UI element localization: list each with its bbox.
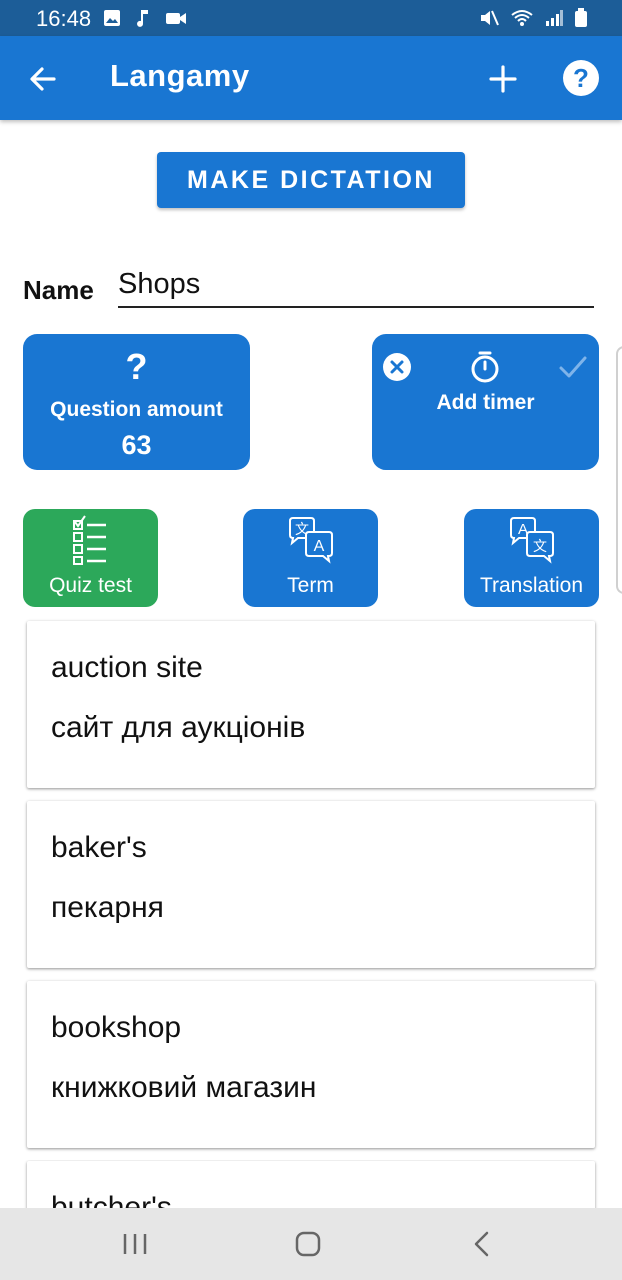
check-icon[interactable] xyxy=(558,354,588,380)
term-button[interactable]: 文 A Term xyxy=(243,509,378,607)
word-card[interactable]: bookshop книжковий магазин xyxy=(27,981,595,1148)
battery-icon xyxy=(575,8,587,27)
translation-label: Translation xyxy=(479,574,584,597)
arrow-back-icon[interactable] xyxy=(26,62,60,96)
word-card[interactable]: auction site сайт для аукціонів xyxy=(27,621,595,788)
question-amount-label: Question amount xyxy=(50,398,223,421)
question-mark-icon: ? xyxy=(125,346,148,387)
svg-text:文: 文 xyxy=(533,539,547,555)
svg-text:A: A xyxy=(313,538,324,555)
word-card[interactable]: baker's пекарня xyxy=(27,801,595,968)
mute-icon xyxy=(481,10,499,26)
name-input[interactable]: Shops xyxy=(118,262,594,308)
status-system-icons xyxy=(478,8,588,28)
recent-apps-icon[interactable] xyxy=(120,1230,150,1258)
plus-icon[interactable] xyxy=(486,62,520,96)
svg-text:?: ? xyxy=(573,63,589,93)
app-title: Langamy xyxy=(110,58,250,93)
status-notification-icons xyxy=(102,8,188,28)
card-term: auction site xyxy=(51,651,203,684)
wifi-icon xyxy=(511,10,533,26)
card-term: butcher's xyxy=(51,1191,172,1208)
app-bar: Langamy ? xyxy=(0,36,622,120)
word-card[interactable]: butcher's xyxy=(27,1161,595,1208)
question-amount-tile[interactable]: ? Question amount 63 xyxy=(23,334,250,470)
signal-icon xyxy=(546,10,563,26)
card-translation: книжковий магазин xyxy=(51,1071,317,1104)
add-timer-label: Add timer xyxy=(436,391,535,414)
quiz-test-button[interactable]: Quiz test xyxy=(23,509,158,607)
add-timer-tile[interactable]: Add timer xyxy=(372,334,599,470)
status-bar: 16:48 xyxy=(0,0,622,36)
card-translation: сайт для аукціонів xyxy=(51,711,306,744)
name-label: Name xyxy=(23,275,94,305)
checklist-icon xyxy=(72,515,106,565)
back-icon[interactable] xyxy=(470,1230,494,1258)
video-camera-icon xyxy=(166,13,186,24)
quiz-test-label: Quiz test xyxy=(49,574,132,597)
list-overflow-clip: butcher's xyxy=(0,1160,622,1208)
term-label: Term xyxy=(287,574,334,597)
system-nav-bar xyxy=(0,1208,622,1280)
status-time: 16:48 xyxy=(36,6,92,31)
card-term: bookshop xyxy=(51,1011,182,1044)
translation-button[interactable]: A 文 Translation xyxy=(464,509,599,607)
translate-icon: A 文 xyxy=(509,517,554,564)
translate-icon: 文 A xyxy=(288,517,333,564)
card-translation: пекарня xyxy=(51,891,164,924)
help-icon[interactable]: ? xyxy=(561,58,601,98)
image-icon xyxy=(104,10,120,26)
stopwatch-icon xyxy=(471,351,499,383)
music-note-icon xyxy=(137,10,148,27)
home-icon[interactable] xyxy=(294,1230,322,1258)
make-dictation-button[interactable]: MAKE DICTATION xyxy=(157,152,465,208)
edge-panel-handle[interactable] xyxy=(616,346,622,594)
close-circle-icon[interactable] xyxy=(382,352,412,382)
card-term: baker's xyxy=(51,831,147,864)
question-amount-value: 63 xyxy=(121,430,152,460)
